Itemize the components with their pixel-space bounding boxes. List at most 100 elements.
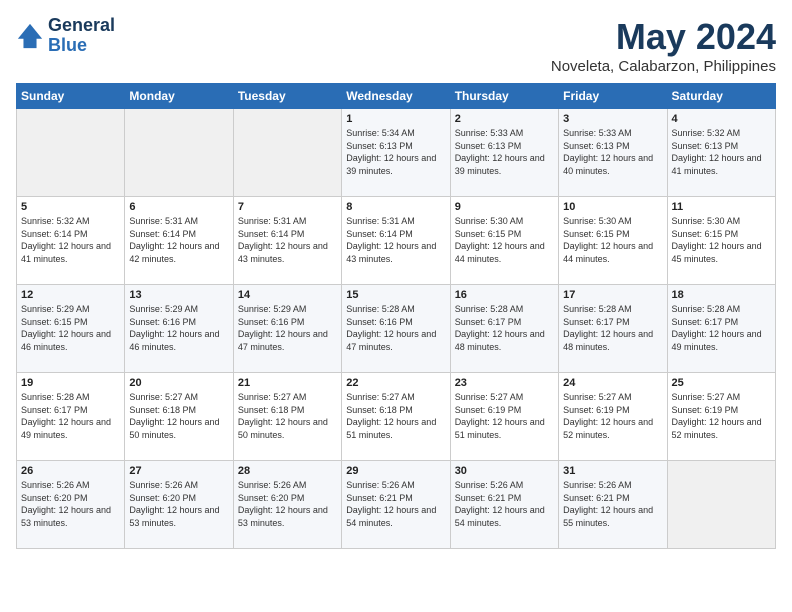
day-number: 5: [21, 201, 120, 213]
day-number: 4: [672, 113, 771, 125]
day-number: 10: [563, 201, 662, 213]
calendar-cell: [667, 461, 775, 549]
calendar-cell: 6Sunrise: 5:31 AMSunset: 6:14 PMDaylight…: [125, 197, 233, 285]
day-sun-info: Sunrise: 5:33 AMSunset: 6:13 PMDaylight:…: [455, 127, 554, 177]
day-number: 24: [563, 377, 662, 389]
day-sun-info: Sunrise: 5:34 AMSunset: 6:13 PMDaylight:…: [346, 127, 445, 177]
calendar-cell: 2 Sunrise: 5:33 AMSunset: 6:13 PMDaylight…: [450, 109, 558, 197]
day-number: 19: [21, 377, 120, 389]
day-number: 22: [346, 377, 445, 389]
calendar-cell: 5 Sunrise: 5:32 AMSunset: 6:14 PMDaylight…: [17, 197, 125, 285]
calendar-week-row: 26 Sunrise: 5:26 AMSunset: 6:20 PMDayligh…: [17, 461, 776, 549]
day-sun-info: Sunrise: 5:29 AMSunset: 6:16 PMDaylight:…: [238, 303, 337, 353]
day-sun-info: Sunrise: 5:31 AMSunset: 6:14 PMDaylight:…: [129, 215, 228, 265]
day-number: 3: [563, 113, 662, 125]
calendar-cell: 17Sunrise: 5:28 AMSunset: 6:17 PMDayligh…: [559, 285, 667, 373]
weekday-header-row: SundayMondayTuesdayWednesdayThursdayFrid…: [17, 84, 776, 109]
day-sun-info: Sunrise: 5:27 AMSunset: 6:19 PMDaylight:…: [563, 391, 662, 441]
weekday-header: Friday: [559, 84, 667, 109]
day-sun-info: Sunrise: 5:31 AMSunset: 6:14 PMDaylight:…: [238, 215, 337, 265]
day-sun-info: Sunrise: 5:26 AMSunset: 6:20 PMDaylight:…: [129, 479, 228, 529]
calendar-cell: 12Sunrise: 5:29 AMSunset: 6:15 PMDayligh…: [17, 285, 125, 373]
calendar-week-row: 19 Sunrise: 5:28 AMSunset: 6:17 PMDayligh…: [17, 373, 776, 461]
day-sun-info: Sunrise: 5:26 AMSunset: 6:21 PMDaylight:…: [455, 479, 554, 529]
day-number: 18: [672, 289, 771, 301]
weekday-header: Tuesday: [233, 84, 341, 109]
calendar-cell: 1Sunrise: 5:34 AMSunset: 6:13 PMDaylight…: [342, 109, 450, 197]
calendar-cell: 30 Sunrise: 5:26 AMSunset: 6:21 PMDayligh…: [450, 461, 558, 549]
day-number: 28: [238, 465, 337, 477]
weekday-header: Thursday: [450, 84, 558, 109]
calendar-cell: 26 Sunrise: 5:26 AMSunset: 6:20 PMDayligh…: [17, 461, 125, 549]
weekday-header: Monday: [125, 84, 233, 109]
calendar-table: SundayMondayTuesdayWednesdayThursdayFrid…: [16, 83, 776, 549]
day-number: 20: [129, 377, 228, 389]
day-sun-info: Sunrise: 5:30 AMSunset: 6:15 PMDaylight:…: [563, 215, 662, 265]
day-sun-info: Sunrise: 5:28 AMSunset: 6:17 PMDaylight:…: [672, 303, 771, 353]
calendar-cell: 28 Sunrise: 5:26 AMSunset: 6:20 PMDayligh…: [233, 461, 341, 549]
day-sun-info: Sunrise: 5:30 AMSunset: 6:15 PMDaylight:…: [455, 215, 554, 265]
calendar-week-row: 12Sunrise: 5:29 AMSunset: 6:15 PMDayligh…: [17, 285, 776, 373]
day-sun-info: Sunrise: 5:29 AMSunset: 6:15 PMDaylight:…: [21, 303, 120, 353]
day-sun-info: Sunrise: 5:32 AMSunset: 6:13 PMDaylight:…: [672, 127, 771, 177]
day-sun-info: Sunrise: 5:27 AMSunset: 6:19 PMDaylight:…: [455, 391, 554, 441]
day-sun-info: Sunrise: 5:26 AMSunset: 6:20 PMDaylight:…: [238, 479, 337, 529]
day-number: 30: [455, 465, 554, 477]
day-number: 21: [238, 377, 337, 389]
calendar-cell: 15 Sunrise: 5:28 AMSunset: 6:16 PMDayligh…: [342, 285, 450, 373]
day-number: 26: [21, 465, 120, 477]
calendar-cell: 29Sunrise: 5:26 AMSunset: 6:21 PMDayligh…: [342, 461, 450, 549]
day-sun-info: Sunrise: 5:27 AMSunset: 6:18 PMDaylight:…: [238, 391, 337, 441]
day-number: 9: [455, 201, 554, 213]
day-number: 31: [563, 465, 662, 477]
calendar-week-row: 1Sunrise: 5:34 AMSunset: 6:13 PMDaylight…: [17, 109, 776, 197]
day-sun-info: Sunrise: 5:29 AMSunset: 6:16 PMDaylight:…: [129, 303, 228, 353]
logo-icon: [16, 22, 44, 50]
calendar-week-row: 5 Sunrise: 5:32 AMSunset: 6:14 PMDaylight…: [17, 197, 776, 285]
calendar-cell: 4 Sunrise: 5:32 AMSunset: 6:13 PMDaylight…: [667, 109, 775, 197]
calendar-cell: 8Sunrise: 5:31 AMSunset: 6:14 PMDaylight…: [342, 197, 450, 285]
day-sun-info: Sunrise: 5:28 AMSunset: 6:17 PMDaylight:…: [455, 303, 554, 353]
calendar-cell: 22 Sunrise: 5:27 AMSunset: 6:18 PMDayligh…: [342, 373, 450, 461]
calendar-cell: 20 Sunrise: 5:27 AMSunset: 6:18 PMDayligh…: [125, 373, 233, 461]
day-sun-info: Sunrise: 5:28 AMSunset: 6:17 PMDaylight:…: [21, 391, 120, 441]
calendar-cell: 27 Sunrise: 5:26 AMSunset: 6:20 PMDayligh…: [125, 461, 233, 549]
day-sun-info: Sunrise: 5:33 AMSunset: 6:13 PMDaylight:…: [563, 127, 662, 177]
calendar-cell: 10 Sunrise: 5:30 AMSunset: 6:15 PMDayligh…: [559, 197, 667, 285]
calendar-title: May 2024: [551, 16, 776, 58]
calendar-cell: [233, 109, 341, 197]
day-number: 16: [455, 289, 554, 301]
calendar-cell: 13 Sunrise: 5:29 AMSunset: 6:16 PMDayligh…: [125, 285, 233, 373]
day-number: 15: [346, 289, 445, 301]
day-sun-info: Sunrise: 5:27 AMSunset: 6:19 PMDaylight:…: [672, 391, 771, 441]
day-number: 27: [129, 465, 228, 477]
day-number: 13: [129, 289, 228, 301]
day-sun-info: Sunrise: 5:27 AMSunset: 6:18 PMDaylight:…: [129, 391, 228, 441]
calendar-cell: 24 Sunrise: 5:27 AMSunset: 6:19 PMDayligh…: [559, 373, 667, 461]
day-sun-info: Sunrise: 5:28 AMSunset: 6:16 PMDaylight:…: [346, 303, 445, 353]
logo: General Blue: [16, 16, 115, 56]
weekday-header: Saturday: [667, 84, 775, 109]
calendar-cell: 21 Sunrise: 5:27 AMSunset: 6:18 PMDayligh…: [233, 373, 341, 461]
day-number: 14: [238, 289, 337, 301]
calendar-cell: 3 Sunrise: 5:33 AMSunset: 6:13 PMDaylight…: [559, 109, 667, 197]
calendar-cell: 9 Sunrise: 5:30 AMSunset: 6:15 PMDaylight…: [450, 197, 558, 285]
day-number: 23: [455, 377, 554, 389]
calendar-subtitle: Noveleta, Calabarzon, Philippines: [551, 58, 776, 75]
day-sun-info: Sunrise: 5:26 AMSunset: 6:20 PMDaylight:…: [21, 479, 120, 529]
day-sun-info: Sunrise: 5:32 AMSunset: 6:14 PMDaylight:…: [21, 215, 120, 265]
calendar-cell: 18 Sunrise: 5:28 AMSunset: 6:17 PMDayligh…: [667, 285, 775, 373]
calendar-cell: [17, 109, 125, 197]
day-sun-info: Sunrise: 5:26 AMSunset: 6:21 PMDaylight:…: [563, 479, 662, 529]
day-number: 2: [455, 113, 554, 125]
day-number: 17: [563, 289, 662, 301]
weekday-header: Wednesday: [342, 84, 450, 109]
day-sun-info: Sunrise: 5:30 AMSunset: 6:15 PMDaylight:…: [672, 215, 771, 265]
day-number: 7: [238, 201, 337, 213]
calendar-cell: 14 Sunrise: 5:29 AMSunset: 6:16 PMDayligh…: [233, 285, 341, 373]
calendar-cell: 25Sunrise: 5:27 AMSunset: 6:19 PMDayligh…: [667, 373, 775, 461]
calendar-cell: [125, 109, 233, 197]
calendar-cell: 11Sunrise: 5:30 AMSunset: 6:15 PMDayligh…: [667, 197, 775, 285]
day-sun-info: Sunrise: 5:27 AMSunset: 6:18 PMDaylight:…: [346, 391, 445, 441]
day-number: 29: [346, 465, 445, 477]
